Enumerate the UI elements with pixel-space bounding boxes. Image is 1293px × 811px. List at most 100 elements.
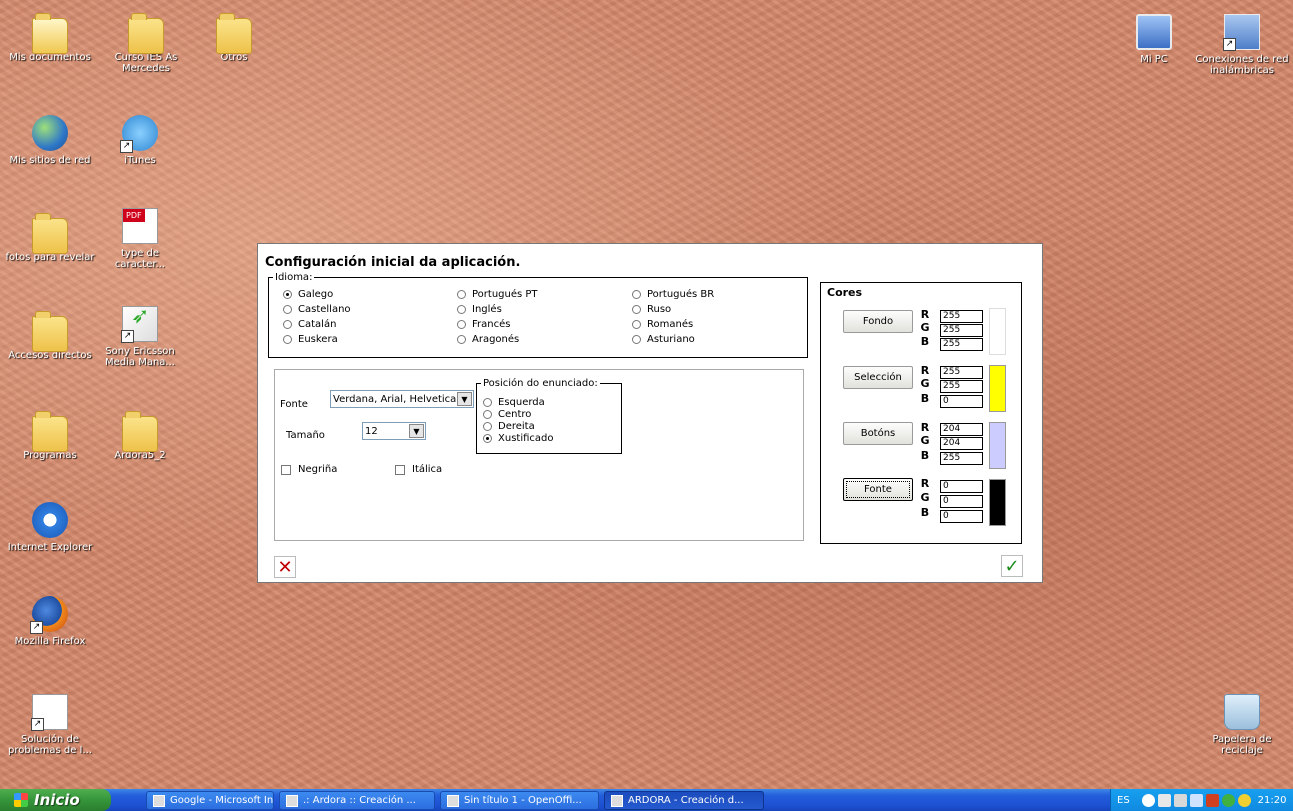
fondo-g-input[interactable]: 255 [940,324,983,337]
java-update-icon[interactable] [1173,793,1187,807]
volume-icon[interactable] [1189,793,1203,807]
fondo-color-button[interactable]: Fondo [843,310,913,333]
desktop-icon-network-places[interactable]: Mis sitios de red [4,115,96,166]
antivirus-icon[interactable] [1221,793,1235,807]
radio-galego[interactable]: Galego [283,289,333,300]
desktop-icon-label: Mozilla Firefox [14,636,86,647]
seleccion-color-button[interactable]: Selección [843,366,913,389]
desktop-icon-label: Mi PC [1140,54,1168,65]
desktop-icon-type-de-caracter[interactable]: type de caracter... [96,208,184,270]
colors-title: Cores [827,286,863,299]
start-label: Inicio [34,791,80,809]
desktop-icon-programas[interactable]: Programas [4,410,96,461]
desktop-icon-internet-explorer[interactable]: Internet Explorer [4,502,96,553]
b-label: B [920,506,930,519]
desktop-icon-troubleshoot[interactable]: Solución de problemas de I... [4,694,96,756]
desktop-icon-ardora[interactable]: Ardora5_2 [96,410,184,461]
size-select-value: 12 [365,425,378,437]
radio-ruso[interactable]: Ruso [632,304,671,315]
desktop-icon-otros[interactable]: Otros [188,12,280,63]
desktop-icon-wireless[interactable]: Conexiones de red inalámbricas [1194,14,1290,76]
radio-euskera[interactable]: Euskera [283,334,338,345]
taskbar-item-openoffice[interactable]: Sin título 1 - OpenOffi... [440,791,599,810]
radio-ingles[interactable]: Inglés [457,304,502,315]
desktop-icon-my-computer[interactable]: Mi PC [1108,14,1200,65]
bold-checkbox[interactable]: Negriña [281,464,337,475]
my-computer-icon [1136,14,1172,50]
g-label: G [920,491,930,504]
desktop-icon-label: Papelera de reciclaje [1212,734,1272,756]
ok-button[interactable]: ✓ [1001,555,1023,577]
fonte-r-input[interactable]: 0 [940,480,983,493]
clock[interactable]: 21:20 [1258,795,1287,806]
chevron-left-icon[interactable] [1141,793,1155,807]
media-icon[interactable] [1205,793,1219,807]
desktop-icon-itunes[interactable]: iTunes [94,115,186,166]
folder-icon [32,311,68,352]
botons-b-input[interactable]: 255 [940,452,983,465]
taskbar-item-google[interactable]: Google - Microsoft Int... [146,791,274,810]
radio-label: Portugués PT [472,289,538,300]
desktop-icon-accesos-directos[interactable]: Accesos directos [4,310,96,361]
radio-romanes[interactable]: Romanés [632,319,693,330]
desktop-icon-label: Solución de problemas de I... [7,734,93,756]
radio-frances[interactable]: Francés [457,319,510,330]
language-indicator[interactable]: ES [1117,795,1130,806]
seleccion-g-input[interactable]: 255 [940,380,983,393]
italic-checkbox[interactable]: Itálica [395,464,442,475]
start-button[interactable]: Inicio [0,789,111,811]
size-select[interactable]: 12 ▼ [362,422,426,440]
java-icon[interactable] [1157,793,1171,807]
desktop-icon-my-documents[interactable]: Mis documentos [4,12,96,63]
radio-catalan[interactable]: Catalán [283,319,336,330]
chevron-down-icon[interactable]: ▼ [409,424,424,438]
chevron-down-icon[interactable]: ▼ [457,392,472,406]
radio-label: Esquerda [498,397,545,408]
position-legend: Posición do enunciado: [483,378,598,389]
radio-xustificado[interactable]: Xustificado [483,433,554,444]
radio-portugues-br[interactable]: Portugués BR [632,289,714,300]
wireless-icon[interactable] [1237,793,1251,807]
seleccion-r-input[interactable]: 255 [940,366,983,379]
radio-aragones[interactable]: Aragonés [457,334,519,345]
desktop-icon-label: Conexiones de red inalámbricas [1195,54,1289,76]
fonte-b-input[interactable]: 0 [940,510,983,523]
radio-label: Ruso [647,304,672,315]
checkbox-box [281,464,291,475]
taskbar-item-ardora-web[interactable]: .: Ardora :: Creación ... [279,791,435,810]
radio-esquerda[interactable]: Esquerda [483,397,545,408]
g-label: G [920,434,930,447]
botons-g-input[interactable]: 204 [940,437,983,450]
fondo-b-input[interactable]: 255 [940,338,983,351]
taskbar-item-ardora[interactable]: ARDORA - Creación d... [604,791,764,810]
radio-dot [283,335,292,344]
taskbar: Inicio Google - Microsoft Int... .: Ardo… [0,789,1293,811]
desktop-icon-sony-ericsson[interactable]: Sony Ericsson Media Mana... [96,306,184,368]
desktop-icon-label: type de caracter... [114,248,166,270]
fondo-swatch [989,308,1006,355]
desktop-icon-label: iTunes [124,155,156,166]
botons-r-input[interactable]: 204 [940,423,983,436]
desktop-icon-label: Mis sitios de red [9,155,91,166]
seleccion-b-input[interactable]: 0 [940,395,983,408]
radio-asturiano[interactable]: Asturiano [632,334,695,345]
font-select[interactable]: Verdana, Arial, Helvetica ▼ [330,390,474,408]
desktop-icon-curso[interactable]: Curso IES As Mercedes [100,12,192,74]
desktop-icon-recycle-bin[interactable]: Papelera de reciclaje [1194,694,1290,756]
radio-dot [283,320,292,329]
fonte-color-button[interactable]: Fonte [843,478,913,501]
radio-dot [457,335,466,344]
desktop-icon-firefox[interactable]: Mozilla Firefox [4,596,96,647]
radio-portugues-pt[interactable]: Portugués PT [457,289,538,300]
desktop-icon-label: Internet Explorer [7,542,93,553]
radio-castellano[interactable]: Castellano [283,304,351,315]
botons-color-button[interactable]: Botóns [843,422,913,445]
desktop-icon-fotos[interactable]: fotos para revelar [4,212,96,263]
radio-centro[interactable]: Centro [483,409,531,420]
radio-label: Xustificado [498,433,554,444]
fondo-r-input[interactable]: 255 [940,310,983,323]
radio-dereita[interactable]: Dereita [483,421,535,432]
cancel-button[interactable]: ✕ [274,556,296,578]
radio-label: Romanés [647,319,694,330]
fonte-g-input[interactable]: 0 [940,495,983,508]
